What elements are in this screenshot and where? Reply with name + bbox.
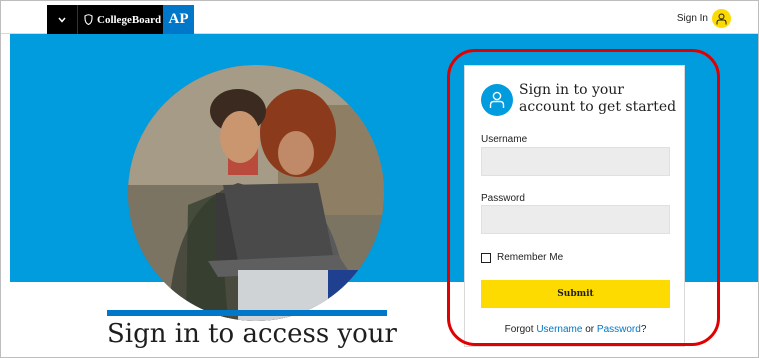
ap-logo[interactable]: AP [163,5,194,34]
forgot-or: or [582,324,597,335]
remember-me-option[interactable]: Remember Me [481,252,563,263]
acorn-icon [84,14,93,25]
sign-in-card-title: Sign in to your account to get started [519,82,676,116]
forgot-password-link[interactable]: Password [597,324,641,335]
forgot-username-link[interactable]: Username [536,324,582,335]
collegeboard-logo[interactable]: CollegeBoard [77,5,163,34]
username-field[interactable] [481,147,670,176]
username-label: Username [481,134,528,145]
remember-me-checkbox[interactable] [481,252,491,263]
chevron-down-icon [58,17,66,23]
password-label: Password [481,193,525,204]
sign-in-title-line1: Sign in to your [519,82,624,98]
remember-me-label: Remember Me [497,252,564,263]
ap-logo-text: AP [168,11,189,27]
header-sign-in-link[interactable]: Sign In [677,9,731,28]
forgot-prefix: Forgot [504,324,537,335]
user-icon [481,84,513,116]
brand-logos: CollegeBoard AP [47,5,194,34]
submit-button[interactable]: Submit [481,280,670,308]
students-with-laptop-photo [128,65,384,321]
password-field[interactable] [481,205,670,234]
sign-in-card: Sign in to your account to get started U… [464,65,685,347]
sign-in-card-header: Sign in to your account to get started [481,82,676,116]
top-navigation-bar: CollegeBoard AP Sign In [1,1,758,34]
collegeboard-logo-text: CollegeBoard [97,13,162,26]
forgot-suffix: ? [640,324,647,335]
page-heading: Sign in to access your [107,319,397,349]
heading-accent-bar [107,310,387,316]
header-sign-in-label: Sign In [676,13,708,24]
page-frame: CollegeBoard AP Sign In Sign in to acces… [0,0,759,358]
user-icon [712,9,731,28]
sign-in-title-line2: account to get started [519,99,677,115]
menu-toggle-button[interactable] [47,5,77,34]
forgot-credentials-text: Forgot Username or Password? [465,324,686,335]
